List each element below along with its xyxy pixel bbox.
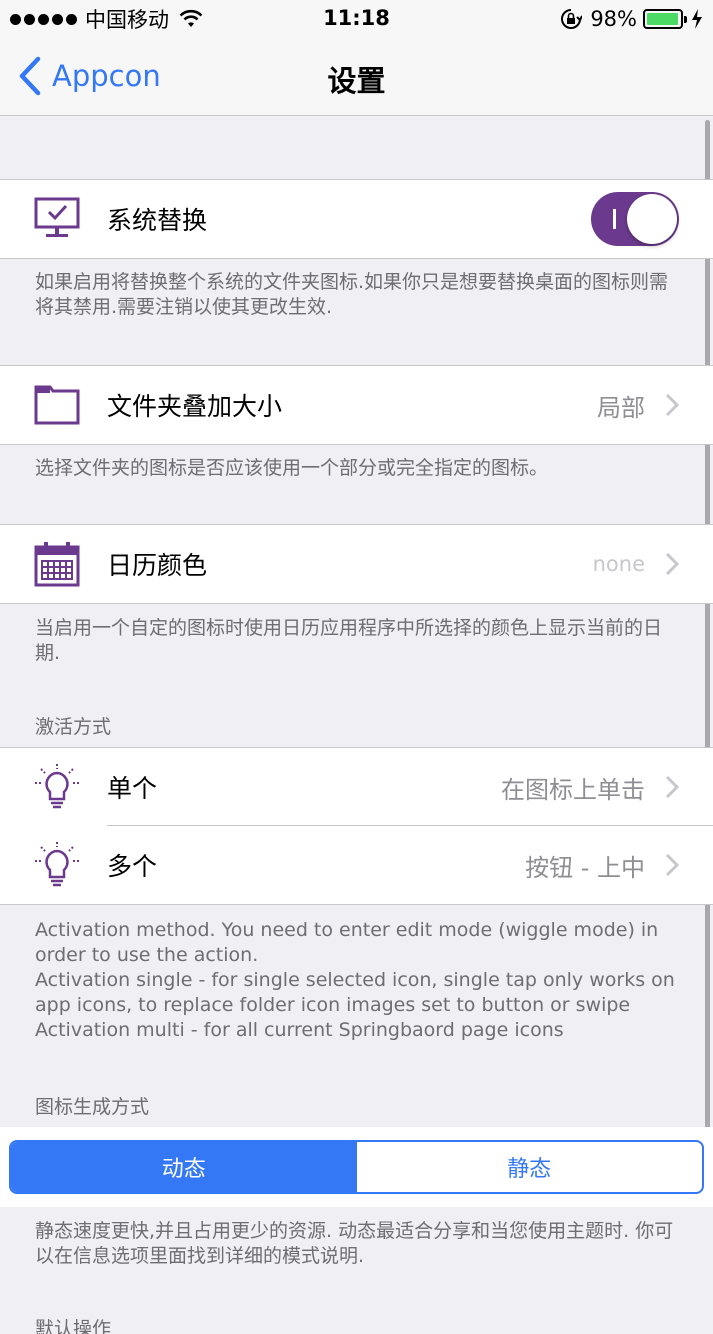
scroll-indicator[interactable] [705,120,710,1130]
generation-header: 图标生成方式 [35,1096,150,1118]
chevron-right-icon [665,552,679,576]
page-title: 设置 [327,64,386,98]
battery-percent: 98% [590,7,637,31]
cell-activation-multi[interactable]: 多个 按钮 - 上中 [0,826,713,904]
toggle-knob [627,194,677,244]
activation-multi-value: 按钮 - 上中 [525,853,645,882]
system-replace-footer: 如果启用将替换整个系统的文件夹图标.如果你只是想要替换桌面的图标则需将其禁用.需… [35,271,669,318]
battery-icon [643,9,687,29]
generation-segmented-control[interactable]: 动态 静态 [9,1140,704,1194]
lightbulb-icon [35,842,79,887]
folder-overlay-label: 文件夹叠加大小 [107,392,283,421]
generation-footer: 静态速度更快,并且占用更少的资源. 动态最适合分享和当您使用主题时. 你可以在信… [35,1220,674,1267]
battery-fill [647,13,679,25]
activation-single-value: 在图标上单击 [501,775,645,804]
cell-system-replace: 系统替换 [0,180,713,258]
charging-bolt-icon [692,9,702,29]
chevron-right-icon [665,393,679,417]
navigation-bar: Appcon 设置 [0,38,713,116]
group-activation: 单个 在图标上单击 多个 按钮 - 上中 [0,747,713,905]
lightbulb-icon [35,764,79,809]
system-replace-label: 系统替换 [107,206,208,235]
chevron-right-icon [665,775,679,799]
activation-multi-label: 多个 [107,852,158,881]
activation-footer-line: Activation multi - for all current Sprin… [35,1019,564,1041]
cell-folder-overlay[interactable]: 文件夹叠加大小 局部 [0,366,713,444]
cell-calendar-color[interactable]: 日历颜色 none [0,525,713,603]
calendar-icon [34,542,80,587]
monitor-check-icon [34,197,80,237]
folder-icon [34,385,80,425]
activation-footer-line: Activation single - for single selected … [35,969,675,1016]
activation-single-label: 单个 [107,774,158,803]
segment-dynamic[interactable]: 动态 [11,1142,357,1192]
status-right: 98% [560,6,703,32]
group-system: 系统替换 [0,179,713,259]
system-replace-toggle[interactable] [591,192,679,246]
status-bar: 中国移动 11:18 98% [0,0,713,38]
calendar-color-footer: 当启用一个自定的图标时使用日历应用程序中所选择的颜色上显示当前的日期. [35,617,663,664]
calendar-color-value: none [592,552,645,576]
group-calendar: 日历颜色 none [0,524,713,604]
activation-footer: Activation method. You need to enter edi… [35,918,685,1043]
toggle-on-indicator [613,209,616,229]
settings-screen: 中国移动 11:18 98% Appcon 设置 系统替换 如果启用将替换整个系… [0,0,713,1334]
activation-header: 激活方式 [35,716,112,738]
segment-static[interactable]: 静态 [357,1142,703,1192]
calendar-color-label: 日历颜色 [107,551,208,580]
orientation-lock-icon [561,9,583,29]
cell-activation-single[interactable]: 单个 在图标上单击 [0,748,713,826]
group-folder: 文件夹叠加大小 局部 [0,365,713,445]
default-action-header: 默认操作 [35,1318,112,1334]
folder-overlay-value: 局部 [597,393,645,422]
activation-footer-line: Activation method. You need to enter edi… [35,919,659,966]
folder-overlay-footer: 选择文件夹的图标是否应该使用一个部分或完全指定的图标。 [35,457,549,479]
chevron-right-icon [665,853,679,877]
